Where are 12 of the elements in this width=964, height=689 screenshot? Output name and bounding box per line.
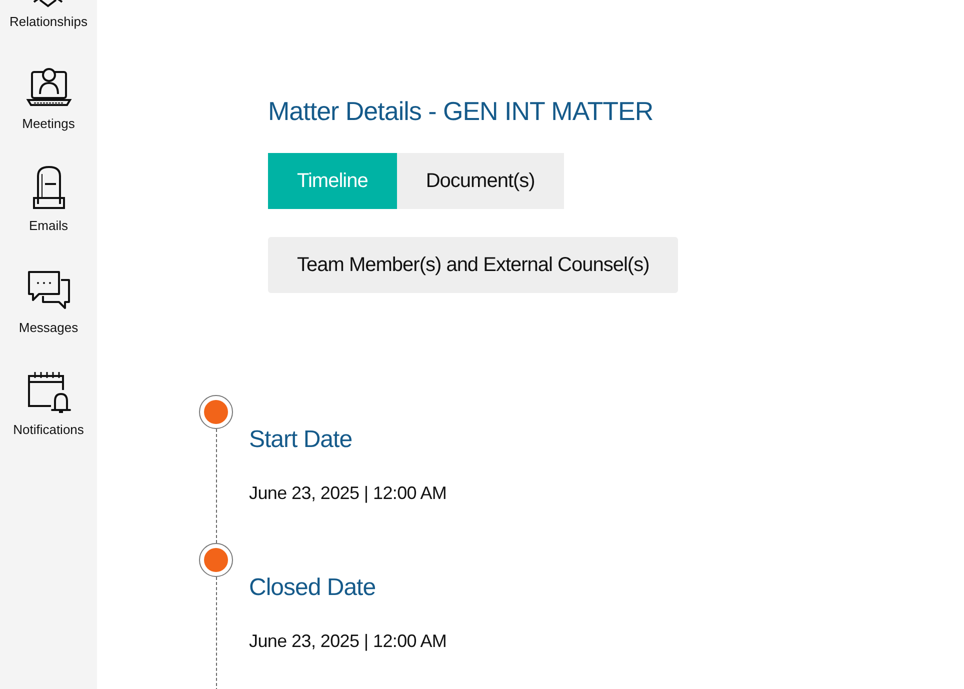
event-date: June 23, 2025 | 12:00 AM bbox=[249, 630, 447, 653]
tab[interactable]: Document(s) bbox=[396, 153, 564, 209]
sidebar-item[interactable]: Relationships bbox=[9, 0, 88, 52]
sidebar-item[interactable]: Messages bbox=[18, 256, 78, 358]
page-title: Matter Details - GEN INT MATTER bbox=[268, 95, 654, 128]
event-date: June 23, 2025 | 12:00 AM bbox=[249, 482, 447, 505]
sidebar-item[interactable]: Emails bbox=[24, 154, 72, 256]
event-title: Closed Date bbox=[249, 573, 377, 603]
event-title: Start Date bbox=[249, 425, 354, 455]
sidebar-item[interactable]: Meetings bbox=[22, 52, 75, 154]
tab[interactable]: Team Member(s) and External Counsel(s) bbox=[268, 237, 678, 293]
sidebar-item[interactable]: Notifications bbox=[13, 358, 84, 460]
